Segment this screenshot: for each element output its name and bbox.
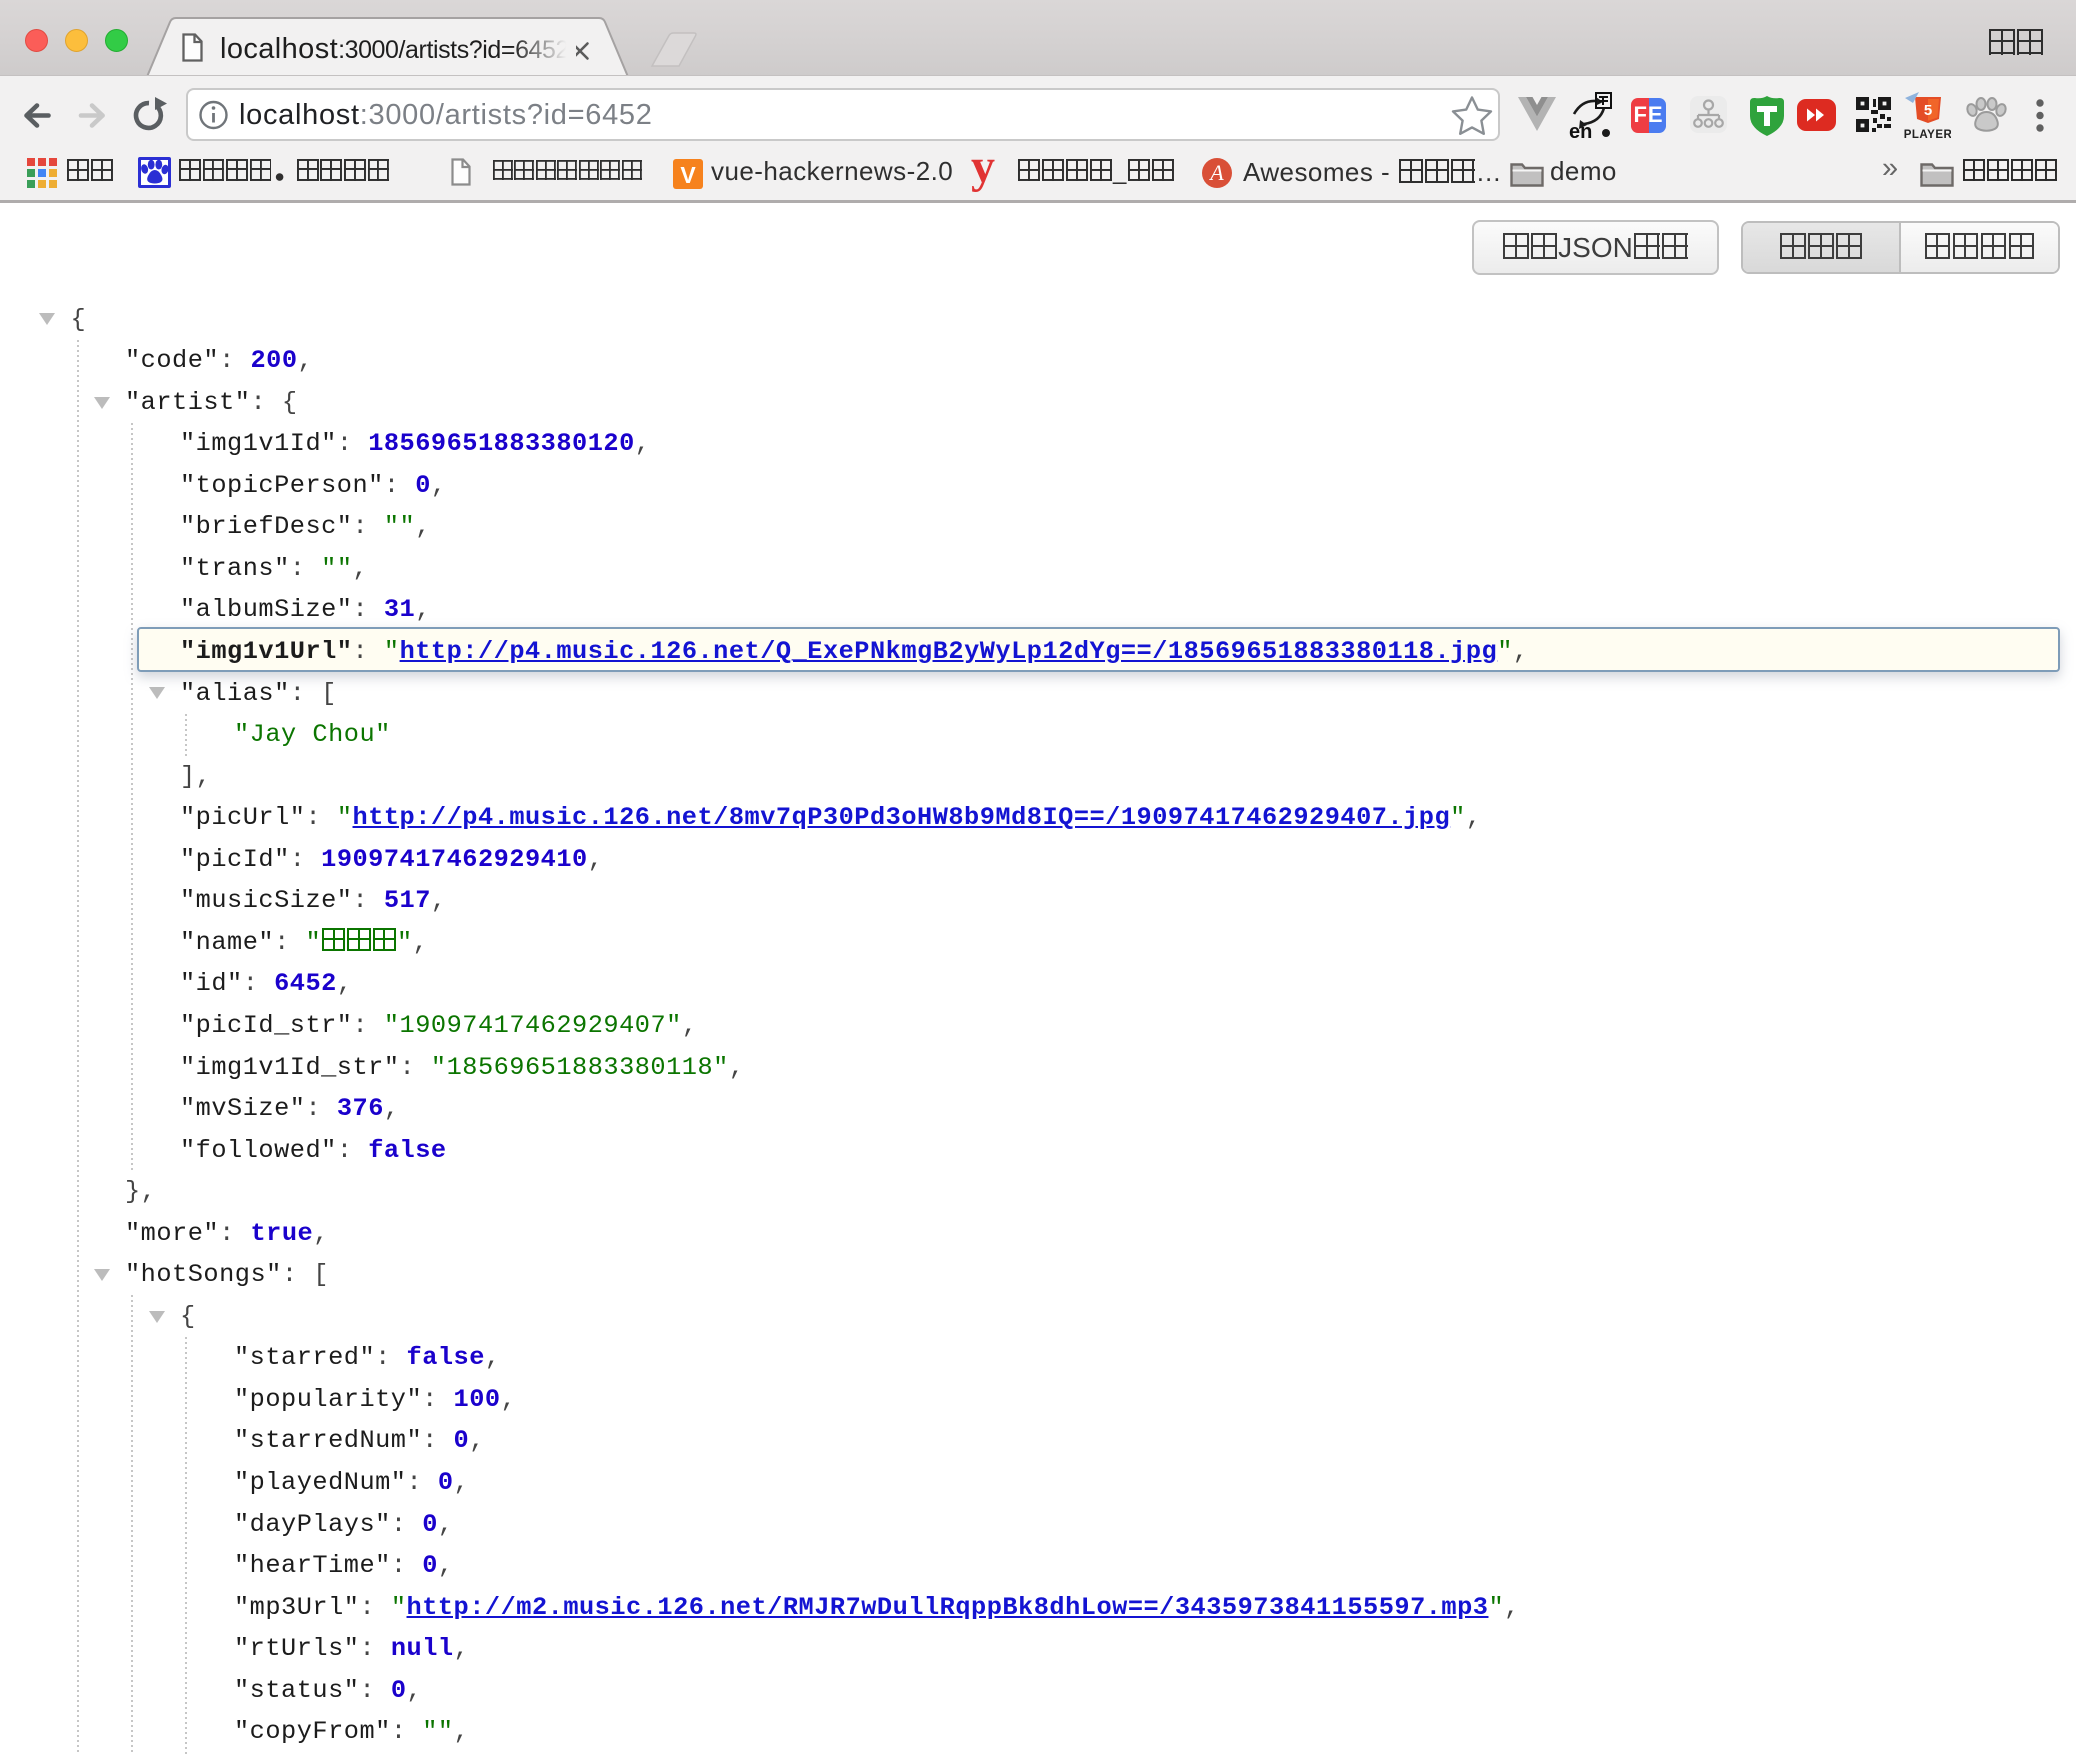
svg-text:en: en xyxy=(1569,121,1592,142)
svg-text:5: 5 xyxy=(1924,102,1932,119)
svg-text:PLAYER: PLAYER xyxy=(1904,129,1951,140)
